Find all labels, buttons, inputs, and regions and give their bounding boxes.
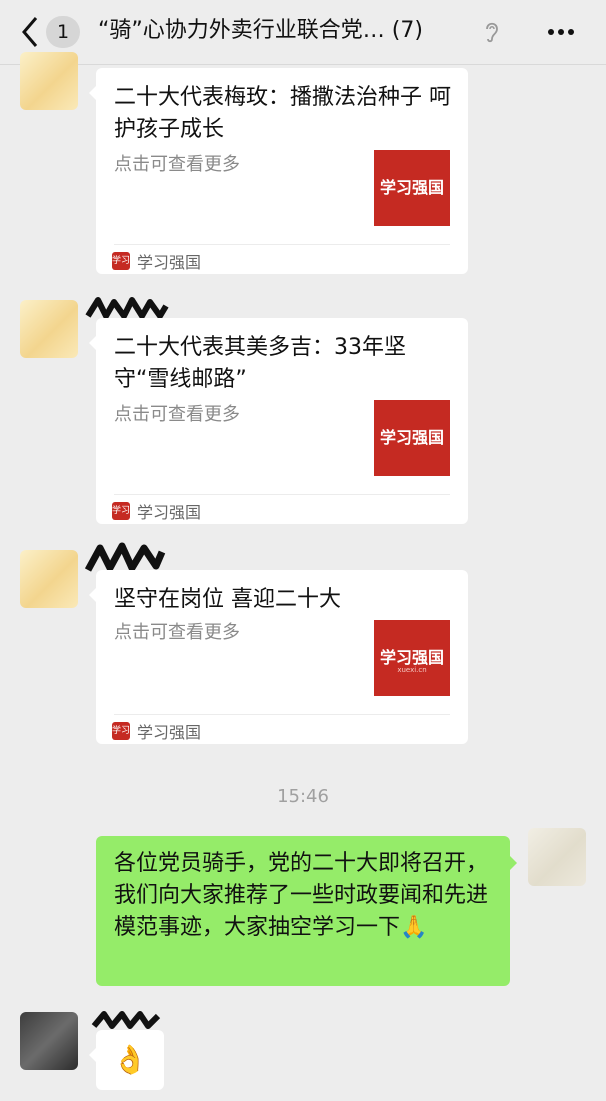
- chat-header: 1 “骑”心协力外卖行业联合党… (7): [0, 0, 606, 65]
- link-card[interactable]: 坚守在岗位 喜迎二十大 点击可查看更多 学习强国 xuexi.cn 学习 学习强…: [89, 570, 468, 744]
- card-description: 点击可查看更多: [114, 154, 240, 175]
- unread-count-badge[interactable]: 1: [46, 16, 80, 48]
- thumbnail-logo: 学习强国: [379, 178, 444, 197]
- card-title: 二十大代表其美多吉：33年坚守“雪线邮路”: [114, 335, 406, 392]
- source-app-icon: 学习: [112, 252, 130, 270]
- chat-title: “骑”心协力外卖行业联合党… (7): [98, 15, 490, 47]
- thumbnail-domain: xuexi.cn: [397, 666, 427, 674]
- pray-emoji-icon: 🙏: [400, 915, 428, 940]
- card-description: 点击可查看更多: [114, 404, 240, 425]
- divider: [114, 244, 450, 245]
- ellipsis-icon[interactable]: [546, 18, 576, 46]
- card-description: 点击可查看更多: [114, 622, 240, 643]
- card-thumbnail: 学习强国: [374, 150, 450, 226]
- card-title: 二十大代表梅玫：播撒法治种子 呵护孩子成长: [114, 85, 451, 142]
- source-label: 学习强国: [137, 503, 202, 522]
- link-card[interactable]: 二十大代表梅玫：播撒法治种子 呵护孩子成长 点击可查看更多 学习强国 学习 学习…: [89, 68, 468, 274]
- card-source: 学习 学习强国: [112, 720, 201, 742]
- incoming-emoji-bubble[interactable]: 👌: [89, 1030, 164, 1090]
- card-thumbnail: 学习强国: [374, 400, 450, 476]
- card-thumbnail: 学习强国 xuexi.cn: [374, 620, 450, 696]
- card-source: 学习 学习强国: [112, 250, 201, 272]
- avatar[interactable]: [20, 550, 78, 608]
- message-text: 各位党员骑手，党的二十大即将召开，我们向大家推荐了一些时政要闻和先进模范事迹，大…: [114, 848, 498, 944]
- link-card[interactable]: 二十大代表其美多吉：33年坚守“雪线邮路” 点击可查看更多 学习强国 学习 学习…: [89, 318, 468, 524]
- avatar[interactable]: [20, 1012, 78, 1070]
- group-name: “骑”心协力外卖行业联合党…: [98, 18, 385, 43]
- source-app-icon: 学习: [112, 502, 130, 520]
- thumbnail-logo: 学习强国: [379, 648, 444, 667]
- member-count: (7): [391, 18, 423, 43]
- thumbnail-logo: 学习强国: [379, 428, 444, 447]
- ok-hand-emoji-icon: 👌: [112, 1043, 148, 1076]
- source-label: 学习强国: [137, 723, 202, 742]
- avatar[interactable]: [20, 300, 78, 358]
- ear-icon: [486, 22, 498, 43]
- divider: [114, 714, 450, 715]
- message-body: 各位党员骑手，党的二十大即将召开，我们向大家推荐了一些时政要闻和先进模范事迹，大…: [114, 851, 489, 940]
- chevron-left-icon[interactable]: [20, 14, 40, 50]
- message-timestamp: 15:46: [277, 786, 329, 807]
- source-label: 学习强国: [137, 253, 202, 272]
- source-app-icon: 学习: [112, 722, 130, 740]
- divider: [114, 494, 450, 495]
- card-title: 坚守在岗位 喜迎二十大: [114, 587, 341, 612]
- card-source: 学习 学习强国: [112, 500, 201, 522]
- sender-name-redacted: [91, 1011, 161, 1029]
- avatar[interactable]: [528, 828, 586, 886]
- outgoing-message-bubble[interactable]: 各位党员骑手，党的二十大即将召开，我们向大家推荐了一些时政要闻和先进模范事迹，大…: [96, 836, 517, 986]
- avatar[interactable]: [20, 52, 78, 110]
